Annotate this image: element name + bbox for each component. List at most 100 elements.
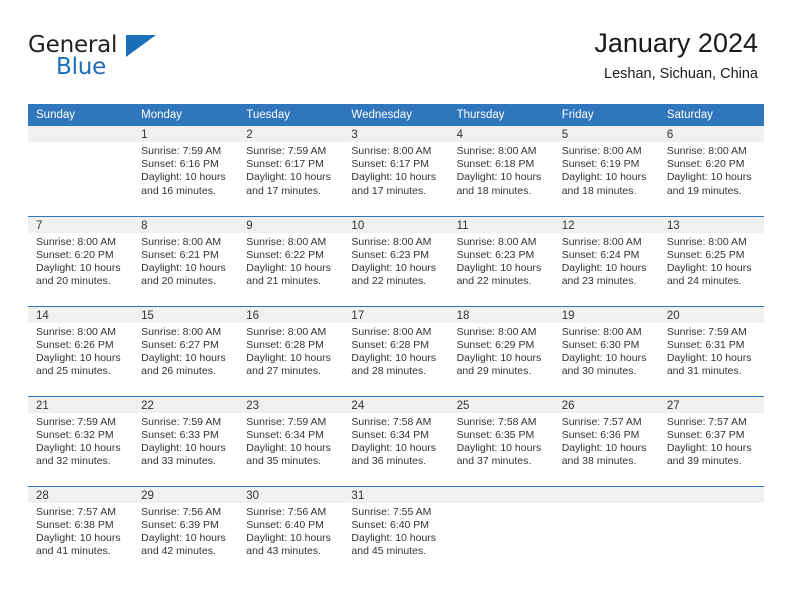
day-number: 18 xyxy=(448,306,554,323)
day-detail-line: and 45 minutes. xyxy=(351,545,427,558)
day-detail-line: Sunrise: 8:00 AM xyxy=(666,145,747,157)
day-details: Sunrise: 7:58 AM Sunset: 6:35 PM Daylight:… xyxy=(449,413,554,469)
page-subtitle: Leshan, Sichuan, China xyxy=(604,66,758,82)
calendar-week-row: 1 Sunrise: 7:59 AM Sunset: 6:16 PM Daylight… xyxy=(28,126,764,216)
day-cell[interactable]: 2 Sunrise: 7:59 AM Sunset: 6:17 PM Daylight… xyxy=(238,126,344,216)
day-detail-line: Sunrise: 7:57 AM xyxy=(666,415,747,428)
calendar-week-row: 28 Sunrise: 7:57 AM Sunset: 6:38 PM Dayligh… xyxy=(28,485,764,576)
day-detail-line: Sunset: 6:28 PM xyxy=(246,338,324,351)
calendar-week-row: 7 Sunrise: 8:00 AM Sunset: 6:20 PM Daylight… xyxy=(28,215,764,306)
day-cell[interactable]: 17 Sunrise: 8:00 AM Sunset: 6:28 PM Dayligh… xyxy=(343,305,449,396)
day-number: 3 xyxy=(343,126,449,142)
day-detail-line: and 23 minutes. xyxy=(561,275,637,288)
day-detail-line: Sunset: 6:17 PM xyxy=(246,158,324,171)
day-number: 21 xyxy=(28,396,134,413)
day-cell[interactable]: 28 Sunrise: 7:57 AM Sunset: 6:38 PM Dayligh… xyxy=(28,485,134,576)
day-details: Sunrise: 8:00 AM Sunset: 6:24 PM Daylight:… xyxy=(554,233,659,289)
day-detail-line: and 41 minutes. xyxy=(36,545,111,558)
day-number: 23 xyxy=(238,396,344,413)
day-detail-line: Sunrise: 7:56 AM xyxy=(141,505,222,518)
day-cell[interactable]: 26 Sunrise: 7:57 AM Sunset: 6:36 PM Dayligh… xyxy=(553,395,659,486)
day-detail-line: Sunset: 6:16 PM xyxy=(141,158,219,171)
day-detail-line: Daylight: 10 hours xyxy=(456,441,542,454)
day-cell[interactable]: 24 Sunrise: 7:58 AM Sunset: 6:34 PM Dayligh… xyxy=(343,395,449,486)
day-details: Sunrise: 8:00 AM Sunset: 6:21 PM Daylight:… xyxy=(133,233,238,289)
day-number: 16 xyxy=(238,306,344,323)
day-cell[interactable]: 6 Sunrise: 8:00 AM Sunset: 6:20 PM Daylight… xyxy=(658,126,764,216)
calendar-week-row: 21 Sunrise: 7:59 AM Sunset: 6:32 PM Dayligh… xyxy=(28,395,764,486)
day-detail-line: Sunrise: 8:00 AM xyxy=(561,325,642,338)
brand-logo[interactable]: General Blue xyxy=(28,32,168,88)
day-cell[interactable]: 30 Sunrise: 7:56 AM Sunset: 6:40 PM Dayligh… xyxy=(238,485,344,576)
day-cell[interactable]: 19 Sunrise: 8:00 AM Sunset: 6:30 PM Dayligh… xyxy=(553,305,659,396)
day-detail-line: and 30 minutes. xyxy=(561,365,637,378)
day-detail-line: Sunset: 6:28 PM xyxy=(351,338,430,351)
day-details: Sunrise: 7:57 AM Sunset: 6:38 PM Daylight:… xyxy=(28,503,133,559)
day-detail-line: Sunset: 6:29 PM xyxy=(456,338,535,351)
day-detail-line: Sunrise: 8:00 AM xyxy=(456,235,537,248)
day-cell[interactable]: 12 Sunrise: 8:00 AM Sunset: 6:24 PM Dayligh… xyxy=(553,215,659,306)
day-cell[interactable]: 25 Sunrise: 7:58 AM Sunset: 6:35 PM Dayligh… xyxy=(448,395,554,486)
day-detail-line: Sunrise: 8:00 AM xyxy=(36,235,116,248)
day-cell[interactable]: 29 Sunrise: 7:56 AM Sunset: 6:39 PM Dayligh… xyxy=(133,485,239,576)
day-detail-line: and 31 minutes. xyxy=(666,365,742,378)
day-detail-line: and 39 minutes. xyxy=(666,455,742,468)
day-detail-line: Sunset: 6:20 PM xyxy=(666,158,745,171)
day-detail-line: Daylight: 10 hours xyxy=(456,171,542,184)
day-details: Sunrise: 7:56 AM Sunset: 6:39 PM Daylight:… xyxy=(133,503,238,559)
day-detail-line: Daylight: 10 hours xyxy=(246,531,331,544)
day-cell[interactable]: 18 Sunrise: 8:00 AM Sunset: 6:29 PM Dayligh… xyxy=(448,305,554,396)
day-cell[interactable]: 31 Sunrise: 7:55 AM Sunset: 6:40 PM Dayligh… xyxy=(343,485,449,576)
day-detail-line: Sunrise: 8:00 AM xyxy=(561,235,642,248)
day-cell[interactable]: 10 Sunrise: 8:00 AM Sunset: 6:23 PM Dayligh… xyxy=(343,215,449,306)
day-number: 15 xyxy=(133,306,239,323)
day-cell[interactable]: 7 Sunrise: 8:00 AM Sunset: 6:20 PM Daylight… xyxy=(28,215,134,306)
day-number xyxy=(28,126,134,142)
day-cell[interactable]: 21 Sunrise: 7:59 AM Sunset: 6:32 PM Dayligh… xyxy=(28,395,134,486)
column-header-thursday: Thursday xyxy=(448,104,554,126)
day-detail-line: and 24 minutes. xyxy=(666,275,742,288)
day-detail-line: Daylight: 10 hours xyxy=(666,351,752,364)
day-detail-line: Sunset: 6:22 PM xyxy=(246,248,324,261)
day-detail-line: Sunrise: 7:57 AM xyxy=(561,415,642,428)
day-detail-line: Sunset: 6:19 PM xyxy=(561,158,640,171)
day-cell[interactable]: 5 Sunrise: 8:00 AM Sunset: 6:19 PM Daylight… xyxy=(553,126,659,216)
day-cell[interactable]: 15 Sunrise: 8:00 AM Sunset: 6:27 PM Dayligh… xyxy=(133,305,239,396)
day-detail-line: Sunrise: 7:59 AM xyxy=(246,145,327,157)
day-details: Sunrise: 7:59 AM Sunset: 6:16 PM Daylight:… xyxy=(133,142,238,198)
day-detail-line: Daylight: 10 hours xyxy=(666,171,752,184)
day-cell[interactable]: 13 Sunrise: 8:00 AM Sunset: 6:25 PM Dayligh… xyxy=(658,215,764,306)
day-cell[interactable]: 9 Sunrise: 8:00 AM Sunset: 6:22 PM Daylight… xyxy=(238,215,344,306)
day-detail-line: Sunset: 6:17 PM xyxy=(351,158,430,171)
day-cell[interactable]: 4 Sunrise: 8:00 AM Sunset: 6:18 PM Daylight… xyxy=(448,126,554,216)
day-cell[interactable]: 22 Sunrise: 7:59 AM Sunset: 6:33 PM Dayligh… xyxy=(133,395,239,486)
day-detail-line: Daylight: 10 hours xyxy=(561,171,647,184)
day-cell[interactable]: 20 Sunrise: 7:59 AM Sunset: 6:31 PM Dayligh… xyxy=(658,305,764,396)
day-detail-line: and 20 minutes. xyxy=(36,275,111,288)
calendar-table: Sunday Monday Tuesday Wednesday Thursday Frid… xyxy=(28,104,764,576)
day-detail-line: Daylight: 10 hours xyxy=(561,441,647,454)
day-number: 19 xyxy=(553,306,659,323)
day-cell[interactable]: 23 Sunrise: 7:59 AM Sunset: 6:34 PM Dayligh… xyxy=(238,395,344,486)
day-detail-line: Sunrise: 8:00 AM xyxy=(456,325,537,338)
brand-name-blue: Blue xyxy=(56,54,107,80)
day-cell[interactable]: 14 Sunrise: 8:00 AM Sunset: 6:26 PM Dayligh… xyxy=(28,305,134,396)
day-detail-line: and 27 minutes. xyxy=(246,365,321,378)
day-detail-line: Sunrise: 8:00 AM xyxy=(36,325,116,338)
day-detail-line: Sunset: 6:34 PM xyxy=(246,428,324,441)
day-detail-line: Daylight: 10 hours xyxy=(246,441,331,454)
page-header: General Blue January 2024 Leshan, Sichua… xyxy=(28,26,758,96)
day-cell[interactable]: 27 Sunrise: 7:57 AM Sunset: 6:37 PM Dayligh… xyxy=(658,395,764,486)
day-detail-line: Daylight: 10 hours xyxy=(351,531,437,544)
day-details: Sunrise: 8:00 AM Sunset: 6:26 PM Daylight:… xyxy=(28,323,133,379)
day-detail-line: Daylight: 10 hours xyxy=(141,441,226,454)
day-cell[interactable]: 16 Sunrise: 8:00 AM Sunset: 6:28 PM Dayligh… xyxy=(238,305,344,396)
day-cell[interactable]: 11 Sunrise: 8:00 AM Sunset: 6:23 PM Dayligh… xyxy=(448,215,554,306)
day-cell[interactable]: 1 Sunrise: 7:59 AM Sunset: 6:16 PM Daylight… xyxy=(133,126,239,216)
day-cell[interactable]: 3 Sunrise: 8:00 AM Sunset: 6:17 PM Daylight… xyxy=(343,126,449,216)
day-cell[interactable]: 8 Sunrise: 8:00 AM Sunset: 6:21 PM Daylight… xyxy=(133,215,239,306)
day-number: 11 xyxy=(448,216,554,233)
day-detail-line: Daylight: 10 hours xyxy=(351,351,437,364)
day-number: 14 xyxy=(28,306,134,323)
day-detail-line: Sunrise: 8:00 AM xyxy=(351,235,432,248)
